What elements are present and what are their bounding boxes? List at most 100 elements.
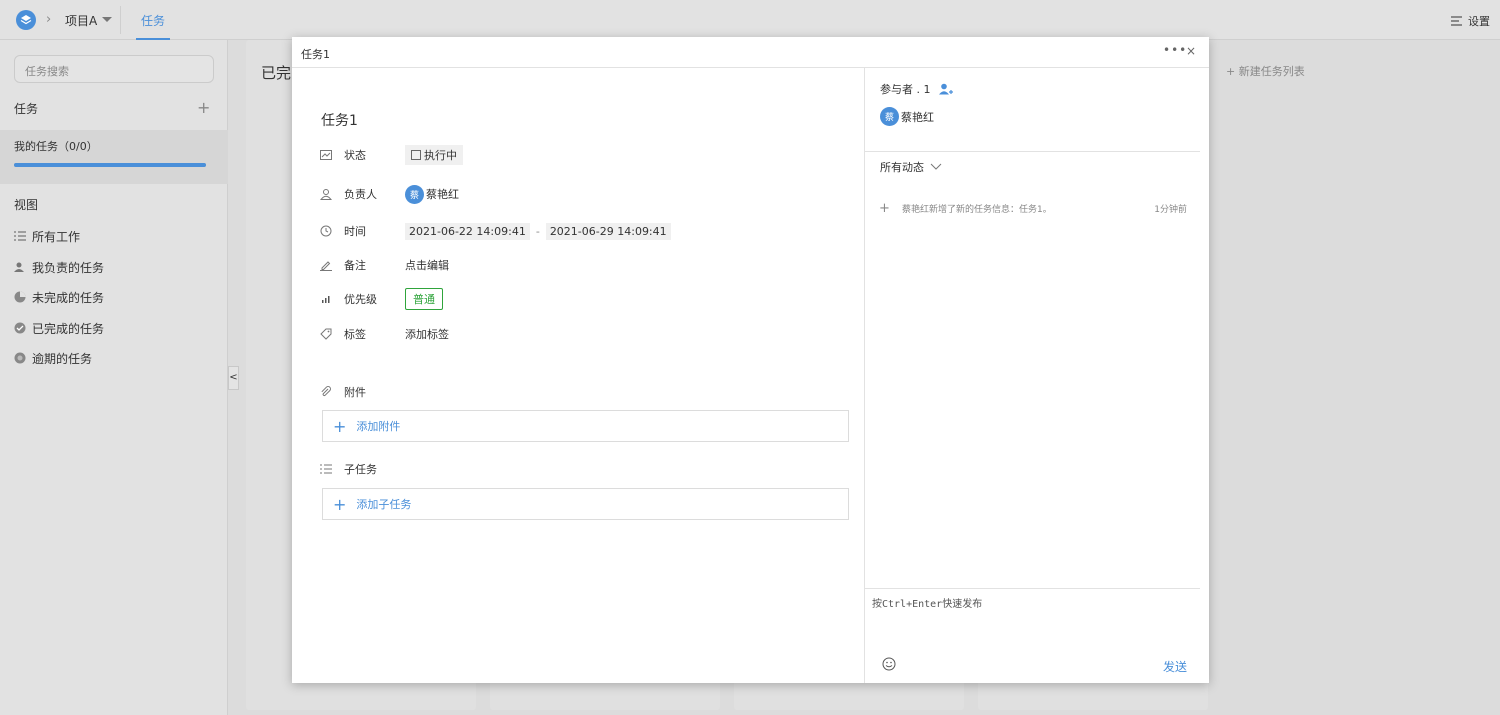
field-note: 备注 点击编辑	[320, 255, 449, 275]
task-detail-modal: 任务1 ••• × 任务1 状态 执行中 负责人 蔡 蔡艳红 时间 2021-0…	[292, 37, 1209, 683]
subtasks-title: 子任务	[320, 461, 377, 477]
task-search-input[interactable]: 任务搜索	[14, 55, 214, 83]
view-overdue[interactable]: 逾期的任务	[14, 348, 92, 368]
close-icon[interactable]: ×	[1186, 44, 1196, 58]
my-tasks-progress-fill	[14, 163, 206, 167]
subtasks-label: 子任务	[344, 463, 377, 476]
project-selector[interactable]: 项目A	[65, 12, 97, 29]
new-task-list-button[interactable]: + 新建任务列表	[1226, 63, 1305, 79]
status-box: 执行中	[405, 145, 463, 165]
task-name[interactable]: 任务1	[321, 110, 358, 130]
menu-lines-icon	[1451, 16, 1462, 26]
my-tasks-item[interactable]: 我的任务（0/0）	[0, 130, 228, 184]
attachments-title: 附件	[320, 384, 366, 400]
paperclip-icon	[321, 386, 331, 397]
chevron-right-icon: ›	[46, 12, 52, 27]
sidebar: 任务搜索 任务 + 我的任务（0/0） 视图 所有工作 我负责的任务 未完成的任…	[0, 40, 228, 715]
field-label: 负责人	[344, 188, 377, 201]
field-label: 时间	[344, 225, 366, 238]
divider	[865, 588, 1200, 589]
avatar: 蔡	[405, 184, 424, 204]
time-range: 2021-06-22 14:09:41 - 2021-06-29 14:09:4…	[405, 222, 671, 240]
field-label: 状态	[344, 149, 366, 162]
tab-tasks[interactable]: 任务	[136, 0, 171, 40]
checkbox-icon[interactable]	[411, 150, 421, 160]
comment-input[interactable]: 按Ctrl+Enter快速发布	[872, 595, 982, 610]
add-attachment-label: 添加附件	[356, 420, 401, 433]
list-icon	[14, 231, 26, 241]
priority-badge: 普通	[405, 288, 443, 310]
attachments-label: 附件	[344, 386, 366, 399]
user-icon	[320, 189, 332, 200]
participant-item[interactable]: 蔡 蔡艳红	[880, 107, 934, 126]
assignee-select[interactable]: 蔡 蔡艳红	[405, 184, 459, 204]
note-edit[interactable]: 点击编辑	[405, 257, 449, 273]
emoji-icon[interactable]	[882, 657, 896, 671]
tag-icon	[320, 328, 332, 340]
end-date-picker[interactable]: 2021-06-29 14:09:41	[545, 222, 671, 240]
start-date-picker[interactable]: 2021-06-22 14:09:41	[405, 222, 530, 240]
date-separator: -	[535, 224, 540, 238]
field-assignee: 负责人 蔡 蔡艳红	[320, 184, 459, 204]
column-title: 已完	[261, 64, 292, 82]
add-task-icon[interactable]: +	[197, 98, 210, 117]
view-incomplete[interactable]: 未完成的任务	[14, 287, 104, 307]
my-tasks-progress-bar	[14, 163, 206, 167]
participants-label: 参与者 . 1	[880, 83, 931, 96]
my-tasks-label: 我的任务（0/0）	[14, 140, 98, 153]
settings-button[interactable]: 设置	[1451, 13, 1490, 29]
tasks-section-title: 任务	[14, 102, 39, 116]
priority-select[interactable]: 普通	[405, 288, 443, 310]
plus-icon: +	[333, 416, 347, 436]
edit-icon	[320, 261, 332, 271]
activity-filter-dropdown[interactable]: 所有动态	[880, 159, 942, 175]
field-label: 标签	[344, 328, 366, 341]
modal-header: 任务1 ••• ×	[292, 37, 1209, 68]
add-subtask-label: 添加子任务	[356, 498, 412, 511]
avatar: 蔡	[880, 107, 899, 126]
divider	[865, 151, 1200, 152]
sidebar-collapse-button[interactable]: <	[228, 366, 239, 390]
send-button[interactable]: 发送	[1163, 658, 1187, 675]
activity-item: + 蔡艳红新增了新的任务信息：任务1。 1分钟前	[879, 201, 1187, 216]
view-my-responsible[interactable]: 我负责的任务	[14, 257, 104, 277]
plus-icon: +	[879, 201, 890, 216]
check-circle-icon	[14, 322, 26, 334]
status-value: 执行中	[424, 149, 457, 162]
more-icon[interactable]: •••	[1163, 43, 1187, 57]
status-select[interactable]: 执行中	[405, 145, 463, 165]
top-bar: › 项目A 任务 设置	[0, 0, 1500, 40]
field-label: 备注	[344, 259, 366, 272]
clock-icon	[320, 225, 332, 237]
participants-header: 参与者 . 1	[880, 81, 953, 97]
view-label: 所有工作	[32, 229, 81, 244]
activity-filter-label: 所有动态	[880, 161, 924, 174]
add-tag-button[interactable]: 添加标签	[405, 326, 449, 342]
view-label: 我负责的任务	[32, 260, 105, 275]
app-logo-icon[interactable]	[16, 10, 36, 30]
field-tags: 标签 添加标签	[320, 324, 449, 344]
view-label: 已完成的任务	[32, 321, 105, 336]
view-all-work[interactable]: 所有工作	[14, 226, 80, 246]
add-subtask-button[interactable]: + 添加子任务	[322, 488, 849, 520]
panel-divider	[864, 68, 865, 683]
add-participant-icon[interactable]	[938, 83, 953, 95]
participant-name: 蔡艳红	[901, 110, 934, 124]
list-icon	[320, 464, 332, 474]
field-time: 时间 2021-06-22 14:09:41 - 2021-06-29 14:0…	[320, 221, 671, 241]
caret-down-icon[interactable]	[102, 17, 112, 22]
view-label: 未完成的任务	[32, 290, 105, 305]
assignee-name: 蔡艳红	[426, 188, 459, 201]
modal-title: 任务1	[301, 48, 330, 61]
field-label: 优先级	[344, 293, 377, 306]
field-status: 状态 执行中	[320, 145, 463, 165]
add-attachment-button[interactable]: + 添加附件	[322, 410, 849, 442]
plus-icon: +	[333, 494, 347, 514]
overdue-circle-icon	[14, 352, 26, 364]
status-icon	[320, 150, 332, 160]
activity-time: 1分钟前	[1154, 205, 1187, 215]
views-title: 视图	[14, 198, 39, 212]
view-completed[interactable]: 已完成的任务	[14, 318, 104, 338]
chevron-down-icon	[930, 163, 942, 170]
priority-bars-icon	[322, 296, 330, 303]
